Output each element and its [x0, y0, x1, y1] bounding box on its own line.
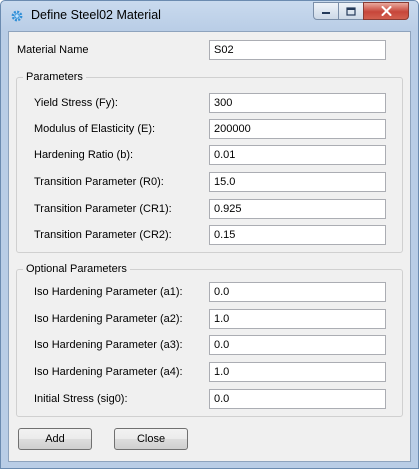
material-name-row: Material Name S02 [9, 40, 410, 60]
transition-cr2-row: Transition Parameter (CR2): 0.15 [9, 225, 410, 245]
modulus-field[interactable]: 200000 [209, 119, 386, 139]
iso-a1-field[interactable]: 0.0 [209, 282, 386, 302]
hardening-ratio-label: Hardening Ratio (b): [34, 149, 134, 161]
iso-a4-label: Iso Hardening Parameter (a4): [34, 366, 183, 378]
material-name-label: Material Name [17, 44, 89, 56]
hardening-ratio-row: Hardening Ratio (b): 0.01 [9, 145, 410, 165]
initial-stress-label: Initial Stress (sig0): [34, 393, 128, 405]
iso-a4-row: Iso Hardening Parameter (a4): 1.0 [9, 362, 410, 382]
transition-cr1-row: Transition Parameter (CR1): 0.925 [9, 199, 410, 219]
initial-stress-row: Initial Stress (sig0): 0.0 [9, 389, 410, 409]
iso-a2-label: Iso Hardening Parameter (a2): [34, 313, 183, 325]
minimize-button[interactable] [313, 2, 339, 20]
transition-r0-label: Transition Parameter (R0): [34, 176, 164, 188]
close-button-label: Close [136, 433, 166, 445]
add-button-label: Add [45, 433, 65, 445]
yield-stress-field[interactable]: 300 [209, 93, 386, 113]
transition-cr2-field[interactable]: 0.15 [209, 225, 386, 245]
iso-a2-field[interactable]: 1.0 [209, 309, 386, 329]
close-window-button[interactable] [363, 2, 409, 20]
modulus-label: Modulus of Elasticity (E): [34, 123, 156, 135]
modulus-row: Modulus of Elasticity (E): 200000 [9, 119, 410, 139]
iso-a3-row: Iso Hardening Parameter (a3): 0.0 [9, 335, 410, 355]
window-title: Define Steel02 Material [31, 8, 161, 22]
transition-cr1-field[interactable]: 0.925 [209, 199, 386, 219]
iso-a2-row: Iso Hardening Parameter (a2): 1.0 [9, 309, 410, 329]
close-icon [381, 6, 391, 16]
transition-r0-field[interactable]: 15.0 [209, 172, 386, 192]
app-gear-icon [11, 10, 23, 22]
material-name-field[interactable]: S02 [209, 40, 386, 60]
iso-a4-field[interactable]: 1.0 [209, 362, 386, 382]
maximize-button[interactable] [338, 2, 364, 20]
maximize-icon [346, 6, 356, 16]
hardening-ratio-field[interactable]: 0.01 [209, 145, 386, 165]
parameters-group-title: Parameters [23, 71, 86, 83]
iso-a1-row: Iso Hardening Parameter (a1): 0.0 [9, 282, 410, 302]
yield-stress-row: Yield Stress (Fy): 300 [9, 93, 410, 113]
add-button[interactable]: Add [18, 428, 92, 450]
transition-cr1-label: Transition Parameter (CR1): [34, 203, 172, 215]
transition-r0-row: Transition Parameter (R0): 15.0 [9, 172, 410, 192]
title-bar[interactable]: Define Steel02 Material [1, 1, 418, 31]
transition-cr2-label: Transition Parameter (CR2): [34, 229, 172, 241]
yield-stress-label: Yield Stress (Fy): [34, 97, 118, 109]
optional-parameters-group-title: Optional Parameters [23, 263, 130, 275]
initial-stress-field[interactable]: 0.0 [209, 389, 386, 409]
iso-a3-field[interactable]: 0.0 [209, 335, 386, 355]
dialog-window: Define Steel02 Material Material Name S0… [0, 0, 419, 469]
iso-a1-label: Iso Hardening Parameter (a1): [34, 286, 183, 298]
dialog-body: Material Name S02 Parameters Yield Stres… [8, 31, 411, 462]
iso-a3-label: Iso Hardening Parameter (a3): [34, 339, 183, 351]
close-button[interactable]: Close [114, 428, 188, 450]
minimize-icon [322, 12, 330, 14]
